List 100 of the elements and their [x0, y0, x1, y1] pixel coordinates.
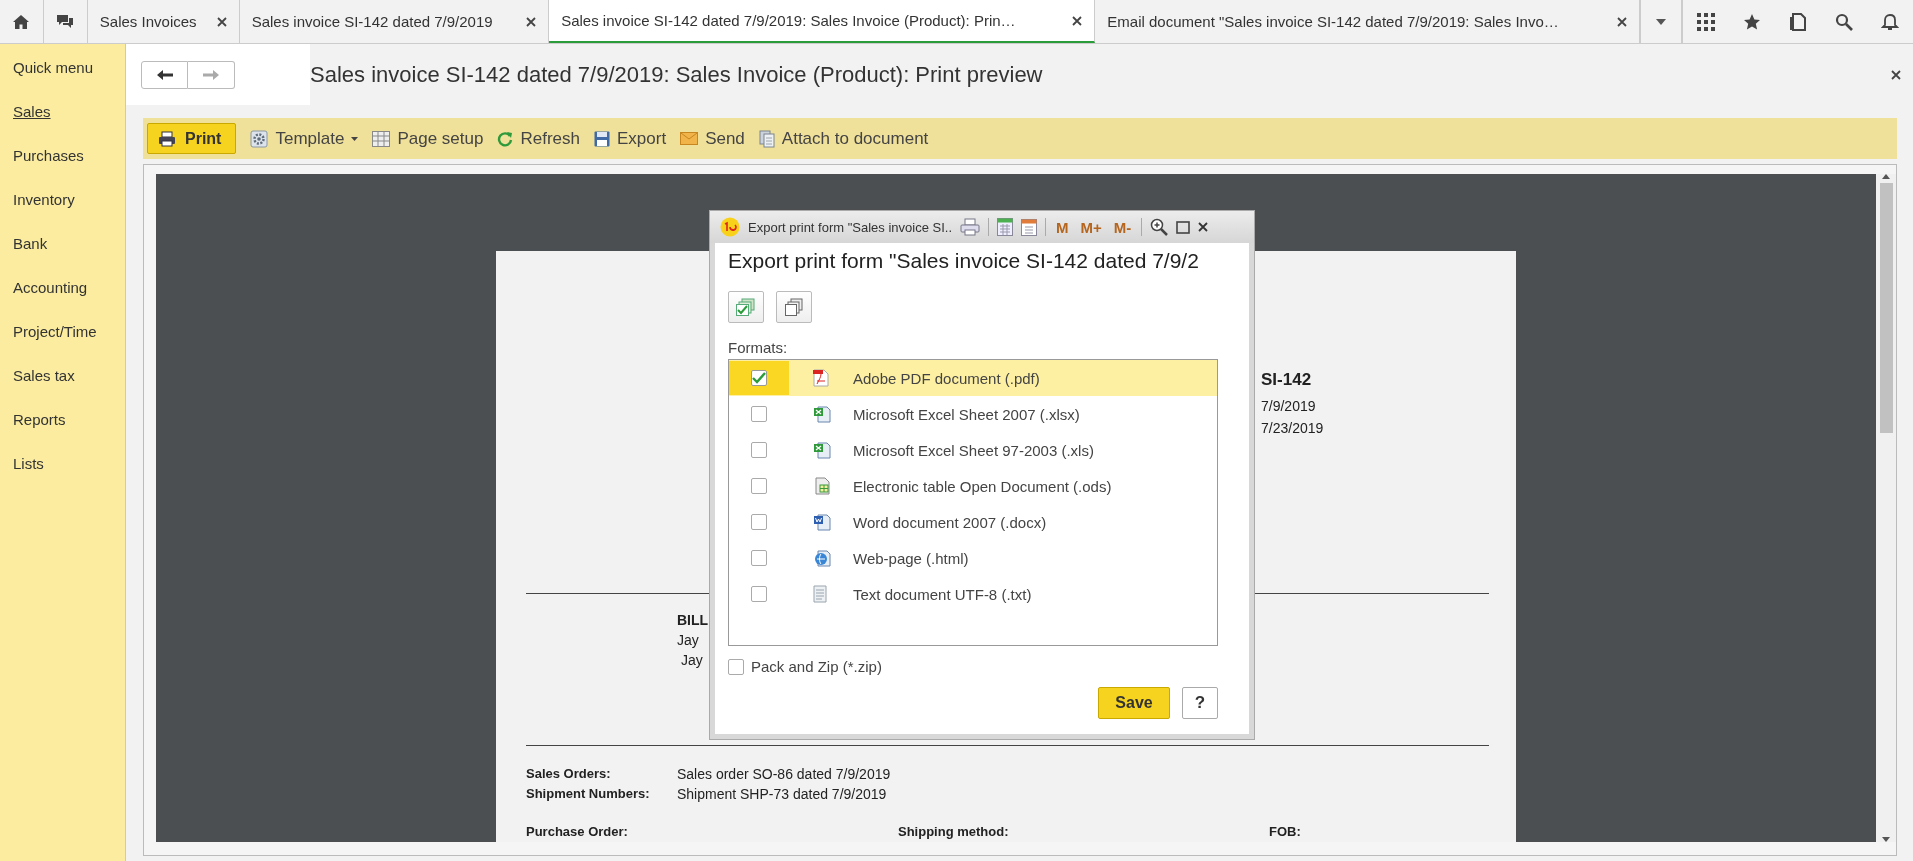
format-row[interactable]: Microsoft Excel Sheet 2007 (.xlsx) — [729, 396, 1217, 432]
refresh-icon — [497, 130, 514, 147]
scroll-up-icon[interactable] — [1882, 174, 1890, 179]
close-icon[interactable] — [1072, 15, 1083, 26]
field-value: Shipment SHP-73 dated 7/9/2019 — [677, 786, 888, 802]
bill-to-text: Jay — [680, 652, 703, 668]
back-arrow-icon — [156, 68, 173, 81]
sidebar-item[interactable]: Lists — [0, 452, 125, 496]
format-row[interactable]: Word document 2007 (.docx) — [729, 504, 1217, 540]
logo-icon — [720, 217, 740, 237]
checkbox[interactable] — [751, 406, 767, 422]
page-title: Sales invoice SI-142 dated 7/9/2019: Sales Invoice (Product): Print preview — [310, 61, 1044, 88]
format-label: Word document 2007 (.docx) — [853, 513, 1047, 531]
field-label: Sales Orders: — [526, 766, 612, 782]
checkbox[interactable] — [751, 514, 767, 530]
envelope-icon — [680, 132, 699, 145]
uncheck-all-icon — [785, 298, 803, 316]
tab-label: Sales invoice SI-142 dated 7/9/2019: Sales Invoice (Product): Prin… — [561, 12, 1017, 29]
scroll-down-icon[interactable] — [1882, 837, 1890, 842]
spreadsheet-file-icon — [813, 441, 831, 459]
bill-to-label: BILL — [677, 612, 709, 628]
sidebar-item[interactable]: Reports — [0, 408, 125, 452]
format-label: Web-page (.html) — [853, 549, 969, 567]
search-icon[interactable] — [1835, 12, 1854, 31]
dialog-title: Export print form "Sales invoice SI.. — [748, 219, 953, 235]
zoom-in-icon[interactable] — [1150, 218, 1169, 236]
dropdown-caret-icon[interactable] — [1656, 18, 1667, 25]
sidebar-item[interactable]: Sales — [0, 100, 125, 144]
sidebar-item[interactable]: Inventory — [0, 188, 125, 232]
format-label: Text document UTF-8 (.txt) — [853, 585, 1032, 603]
sidebar-item[interactable]: Sales tax — [0, 364, 125, 408]
text-file-icon — [813, 585, 827, 603]
checkbox[interactable] — [751, 478, 767, 494]
checkbox[interactable] — [751, 442, 767, 458]
toolbar-button[interactable]: Export — [594, 128, 667, 149]
star-icon[interactable] — [1743, 12, 1762, 31]
caret-icon — [351, 136, 359, 141]
format-label: Microsoft Excel Sheet 97-2003 (.xls) — [853, 441, 1094, 459]
forward-arrow-icon — [203, 68, 219, 81]
home-icon[interactable] — [12, 13, 31, 30]
toolbar-button[interactable]: Refresh — [497, 128, 580, 149]
close-icon[interactable] — [216, 16, 227, 27]
format-label: Microsoft Excel Sheet 2007 (.xlsx) — [853, 405, 1080, 423]
chat-icon[interactable] — [56, 13, 75, 30]
checkbox[interactable] — [751, 586, 767, 602]
help-button[interactable]: ? — [1182, 687, 1218, 719]
sidebar-item[interactable]: Project/Time — [0, 320, 125, 364]
field-label: Shipment Numbers: — [526, 786, 651, 802]
format-row[interactable]: Electronic table Open Document (.ods) — [729, 468, 1217, 504]
printer-icon — [158, 130, 176, 147]
field-label: Purchase Order: — [526, 824, 629, 839]
toolbar-button[interactable]: Send — [680, 128, 745, 149]
toolbar-button[interactable]: Page setup — [372, 128, 484, 149]
sidebar-item[interactable]: Accounting — [0, 276, 125, 320]
checkbox[interactable] — [751, 550, 767, 566]
scrollbar-thumb[interactable] — [1879, 183, 1893, 433]
close-icon[interactable] — [1891, 69, 1901, 80]
invoice-date: 7/23/2019 — [1261, 420, 1325, 436]
back-button[interactable] — [141, 60, 188, 89]
checkbox[interactable] — [728, 658, 744, 675]
invoice-date: 7/9/2019 — [1261, 398, 1317, 414]
check-all-button[interactable] — [728, 291, 764, 323]
tab-label: Sales Invoices — [99, 13, 198, 30]
save-button[interactable]: Save — [1098, 687, 1170, 719]
format-row[interactable]: Microsoft Excel Sheet 97-2003 (.xls) — [729, 432, 1217, 468]
field-label: Shipping method: — [898, 824, 1010, 839]
document-icon[interactable] — [1790, 12, 1807, 31]
tab-label: Sales invoice SI-142 dated 7/9/2019 — [251, 13, 494, 30]
clipboard-icon — [758, 129, 775, 148]
printer-icon[interactable] — [960, 218, 981, 236]
uncheck-all-button[interactable] — [776, 291, 812, 323]
calculator-icon[interactable] — [997, 218, 1014, 236]
globe-file-icon — [813, 549, 831, 567]
check-all-icon — [736, 298, 756, 316]
table-icon — [372, 130, 391, 147]
toolbar-button[interactable]: Template — [250, 128, 359, 149]
tab[interactable]: Sales invoice SI-142 dated 7/9/2019: Sales Invoice (Product): Prin… — [549, 0, 1096, 43]
maximize-icon[interactable] — [1176, 220, 1191, 234]
close-icon[interactable] — [526, 16, 537, 27]
format-row[interactable]: Web-page (.html) — [729, 540, 1217, 576]
scrollbar[interactable] — [1876, 174, 1896, 842]
format-label: Adobe PDF document (.pdf) — [853, 369, 1040, 387]
sidebar-item[interactable]: Bank — [0, 232, 125, 276]
bell-icon[interactable] — [1881, 12, 1900, 31]
invoice-number: SI-142 — [1261, 370, 1313, 390]
sidebar-item[interactable]: Purchases — [0, 144, 125, 188]
apps-grid-icon[interactable] — [1697, 12, 1716, 31]
close-icon[interactable] — [1198, 222, 1209, 232]
format-row[interactable]: Text document UTF-8 (.txt) — [729, 576, 1217, 612]
close-icon[interactable] — [1617, 16, 1628, 27]
checkbox-label: Pack and Zip (*.zip) — [751, 658, 882, 675]
field-label: FOB: — [1269, 824, 1302, 839]
calendar-icon[interactable] — [1021, 218, 1038, 236]
checkbox[interactable] — [751, 370, 767, 386]
print-button[interactable]: Print — [147, 123, 237, 154]
sidebar-item[interactable]: Quick menu — [0, 56, 125, 100]
toolbar-button[interactable]: Attach to document — [758, 128, 929, 149]
check-icon — [752, 372, 766, 384]
format-row[interactable]: Adobe PDF document (.pdf) — [729, 360, 1217, 396]
tab-label: Email document "Sales invoice SI-142 dated 7/9/2019: Sales Invo… — [1107, 13, 1560, 30]
